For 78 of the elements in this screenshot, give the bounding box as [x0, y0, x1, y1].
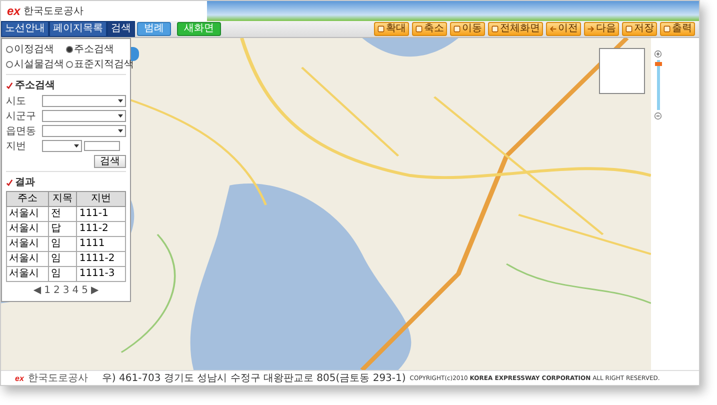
dropdown-field[interactable] [42, 125, 126, 137]
column-header: 지목 [48, 192, 77, 206]
panel-tab[interactable]: 페이지목록 [49, 21, 107, 37]
tool-icon [453, 25, 461, 33]
map-tool-button[interactable]: 다음 [584, 22, 619, 36]
search-type-radio[interactable]: 시설물검색 [6, 57, 64, 71]
table-cell: 서울시 [6, 236, 48, 252]
table-cell: 답 [48, 222, 77, 236]
section-title: 주소검색 [15, 79, 55, 92]
map-tool-button[interactable]: 이전 [546, 22, 581, 36]
caret-icon [118, 114, 123, 118]
table-cell: 1111-3 [76, 266, 126, 282]
field-label: 시군구 [6, 110, 37, 123]
table-cell: 서울시 [6, 222, 48, 236]
table-cell: 임 [48, 252, 77, 266]
table-cell: 전 [48, 206, 77, 222]
table-cell: 111-2 [76, 222, 126, 236]
address-text: 우) 461-703 경기도 성남시 수정구 대왕판교로 805(금토동 293-1) [102, 372, 406, 385]
tool-icon [663, 25, 671, 33]
dropdown-field[interactable] [42, 110, 126, 122]
zoom-out-icon[interactable] [654, 112, 662, 120]
panel-tab[interactable]: 검색 [107, 21, 135, 37]
page-link[interactable]: 2 [53, 285, 60, 296]
arrow-right-icon [587, 25, 595, 33]
tool-icon [415, 25, 423, 33]
map-view[interactable]: 이정검색 주소검색 시설물검색 표준지적검색 주소검색 시도 시군구 읍면동 지번 검색 결과 주소 지목 지번 서울시 전 111-1 서울시 답 111-2 서울시 임 1111 서울시 임 1111-2 서울시 임 1111-3 ◀ 1 2 3 4 5 ▶ [1, 38, 651, 370]
logo-mark: ex [7, 4, 20, 18]
caret-icon [118, 129, 123, 133]
input-field[interactable] [84, 141, 120, 151]
page-link[interactable]: 4 [72, 285, 79, 296]
caret-icon [118, 99, 123, 103]
panel-tab[interactable]: 노선안내 [1, 21, 49, 37]
tool-icon [377, 25, 385, 33]
search-button[interactable]: 검색 [94, 155, 126, 168]
footer-logo-text: 한국도로공사 [28, 372, 88, 385]
table-cell: 임 [48, 266, 77, 282]
dropdown-field[interactable] [42, 95, 126, 107]
dropdown-field[interactable] [42, 140, 82, 152]
map-tool-button[interactable]: 축소 [412, 22, 447, 36]
overview-map[interactable] [599, 48, 645, 94]
zoom-slider-thumb[interactable] [654, 62, 662, 66]
logo-text: 한국도로공사 [23, 5, 84, 18]
footer-logo-mark: ex [15, 374, 24, 382]
zoom-slider[interactable] [656, 60, 660, 110]
field-label: 시도 [6, 95, 27, 108]
arrow-left-icon [549, 25, 557, 33]
column-header: 지번 [76, 192, 126, 206]
column-header: 주소 [6, 192, 48, 206]
table-cell: 1111 [76, 236, 126, 252]
map-tool-button[interactable]: 전체화면 [488, 22, 543, 36]
table-cell: 서울시 [6, 206, 48, 222]
section-title: 결과 [15, 176, 35, 189]
table-cell: 111-1 [76, 206, 126, 222]
map-tool-button[interactable]: 확대 [374, 22, 409, 36]
map-tool-button[interactable]: 이동 [450, 22, 485, 36]
search-type-radio[interactable]: 주소검색 [66, 42, 134, 56]
check-mark-icon [6, 178, 13, 186]
table-cell: 서울시 [6, 266, 48, 282]
page-link[interactable]: 5 [82, 285, 88, 296]
table-cell: 1111-2 [76, 252, 126, 266]
table-cell: 임 [48, 236, 77, 252]
check-mark-icon [6, 82, 13, 88]
table-cell: 서울시 [6, 252, 48, 266]
page-link[interactable]: 3 [62, 285, 70, 296]
search-type-radio[interactable]: 이정검색 [6, 42, 64, 56]
collapse-panel-button[interactable] [131, 47, 139, 61]
field-label: 읍면동 [6, 125, 37, 138]
zoom-in-icon[interactable] [654, 50, 662, 58]
map-tool-button[interactable]: 출력 [660, 22, 695, 36]
map-tool-button[interactable]: 저장 [622, 22, 657, 36]
field-label: 지번 [6, 140, 27, 153]
tool-icon [625, 25, 633, 33]
tool-icon [491, 25, 499, 33]
page-link[interactable]: 1 [44, 285, 50, 296]
previous-page-link[interactable]: ◀ [33, 285, 42, 296]
next-page-link[interactable]: ▶ [90, 285, 99, 296]
search-type-radio[interactable]: 표준지적검색 [66, 57, 134, 71]
caret-icon [74, 144, 79, 148]
